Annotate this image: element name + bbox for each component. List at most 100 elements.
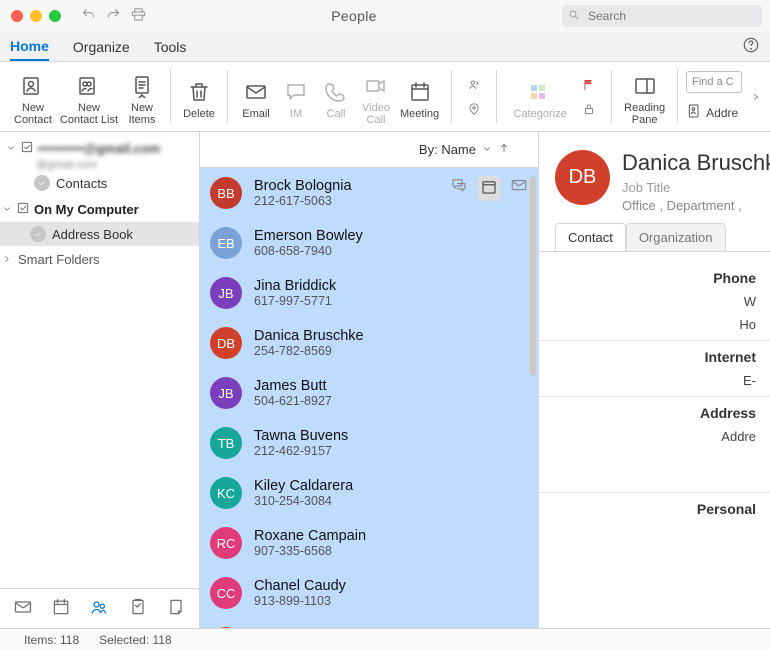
detail-email-row[interactable]: E- [539,373,770,388]
chevron-down-icon[interactable] [482,142,492,157]
checkbox-icon[interactable] [20,140,34,157]
help-icon[interactable] [742,36,760,57]
people-list-item[interactable]: RCRoxane Campain907-335-6568 [200,518,538,568]
detail-tab-organization[interactable]: Organization [626,223,726,251]
titlebar: People [0,0,770,32]
avatar: EB [210,227,242,259]
sort-by-button[interactable]: By: Name [419,142,476,157]
avatar: KC [210,627,242,628]
contact-name: Danica Bruschke [254,328,364,344]
search-input[interactable] [586,8,756,24]
people-list-item[interactable]: TBTawna Buvens212-462-9157 [200,418,538,468]
detail-phone-work[interactable]: W [539,294,770,309]
contact-quick-actions [450,176,528,201]
nav-notes-icon[interactable] [166,597,186,620]
people-list-item[interactable]: KCKiley Caldarera310-254-3084 [200,468,538,518]
ribbon-overflow-icon[interactable] [748,62,764,131]
chevron-right-icon [2,252,12,267]
people-list-item[interactable]: KCKemal Calik [200,618,538,628]
zoom-window-button[interactable] [49,10,61,22]
avatar: KC [210,477,242,509]
people-list-item[interactable]: DBDanica Bruschke254-782-8569 [200,318,538,368]
address-book-button[interactable]: Addre [686,99,738,122]
delete-button[interactable]: Delete [179,74,219,120]
categorize-button[interactable]: Categorize [505,74,575,120]
people-list-scroll[interactable]: BBBrock Bolognia212-617-5063EBEmerson Bo… [200,168,538,628]
window-title: People [146,8,562,24]
video-call-button[interactable]: Video Call [356,68,396,126]
new-contact-list-button[interactable]: New Contact List [56,68,122,126]
undo-icon[interactable] [81,7,96,25]
people-list-header: By: Name [200,132,538,168]
detail-phone-home[interactable]: Ho [539,317,770,332]
tab-tools[interactable]: Tools [154,39,187,55]
call-button[interactable]: Call [316,74,356,120]
print-icon[interactable] [131,7,146,25]
contact-phone: 212-462-9157 [254,444,348,458]
phone-icon [324,78,348,106]
contact-name: Jina Briddick [254,278,336,294]
detail-section-internet: Internet [539,349,770,365]
contact-name: Tawna Buvens [254,428,348,444]
tab-home[interactable]: Home [10,38,49,61]
reading-pane-icon [633,72,657,100]
sort-direction-icon[interactable] [498,142,510,157]
contact-name: Chanel Caudy [254,578,346,594]
detail-name: Danica Bruschke [622,150,770,176]
map-pin-icon[interactable] [462,100,486,118]
people-list-item[interactable]: CCChanel Caudy913-899-1103 [200,568,538,618]
ribbon: New Contact New Contact List New Items D… [0,62,770,132]
nav-people-icon[interactable] [89,597,109,620]
sidebar-group-on-my-computer[interactable]: On My Computer [0,197,199,222]
scrollbar-thumb[interactable] [529,176,536,376]
redo-icon[interactable] [106,7,121,25]
new-items-icon [130,72,154,100]
reading-pane-button[interactable]: Reading Pane [620,68,669,126]
new-items-button[interactable]: New Items [122,68,162,126]
people-list-item[interactable]: JBJames Butt504-621-8927 [200,368,538,418]
tab-organize[interactable]: Organize [73,39,130,55]
detail-section-personal: Personal [539,501,770,517]
chevron-down-icon [2,202,12,217]
sidebar-item-smart-folders[interactable]: Smart Folders [0,246,199,273]
checkbox-icon[interactable] [16,201,30,218]
people-list-item[interactable]: BBBrock Bolognia212-617-5063 [200,168,538,218]
close-window-button[interactable] [11,10,23,22]
contact-phone: 310-254-3084 [254,494,353,508]
sidebar-item-address-book[interactable]: Address Book [0,222,199,246]
sidebar-account-gmail[interactable]: ••••••••••@gmail.com [4,138,195,159]
sidebar-item-contacts[interactable]: Contacts [4,171,195,195]
nav-tasks-icon[interactable] [128,597,148,620]
detail-org-line[interactable]: Office , Department , [622,198,770,213]
calendar-icon[interactable] [478,176,500,201]
nav-mail-icon[interactable] [13,597,33,620]
private-lock-icon[interactable] [577,100,601,118]
contact-phone: 254-782-8569 [254,344,364,358]
new-contact-icon [21,72,45,100]
new-contact-button[interactable]: New Contact [10,68,56,126]
chat-icon[interactable] [450,176,468,201]
email-icon [244,78,268,106]
meeting-button[interactable]: Meeting [396,74,443,120]
flag-icon[interactable] [577,76,601,94]
people-list-item[interactable]: JBJina Briddick617-997-5771 [200,268,538,318]
im-button[interactable]: IM [276,74,316,120]
email-button[interactable]: Email [236,74,276,120]
find-contact-input[interactable]: Find a C [686,71,742,93]
contact-name: James Butt [254,378,332,394]
global-search[interactable] [562,5,762,27]
nav-calendar-icon[interactable] [51,597,71,620]
chat-icon [284,78,308,106]
avatar: RC [210,527,242,559]
people-list-item[interactable]: EBEmerson Bowley608-658-7940 [200,218,538,268]
minimize-window-button[interactable] [30,10,42,22]
detail-tab-contact[interactable]: Contact [555,223,626,251]
search-icon [568,9,586,24]
forward-contact-icon[interactable] [462,76,486,94]
detail-address-row[interactable]: Addre [539,429,770,444]
detail-job-title[interactable]: Job Title [622,180,770,195]
avatar: JB [210,377,242,409]
contact-name: Brock Bolognia [254,178,352,194]
email-icon[interactable] [510,176,528,201]
avatar: BB [210,177,242,209]
